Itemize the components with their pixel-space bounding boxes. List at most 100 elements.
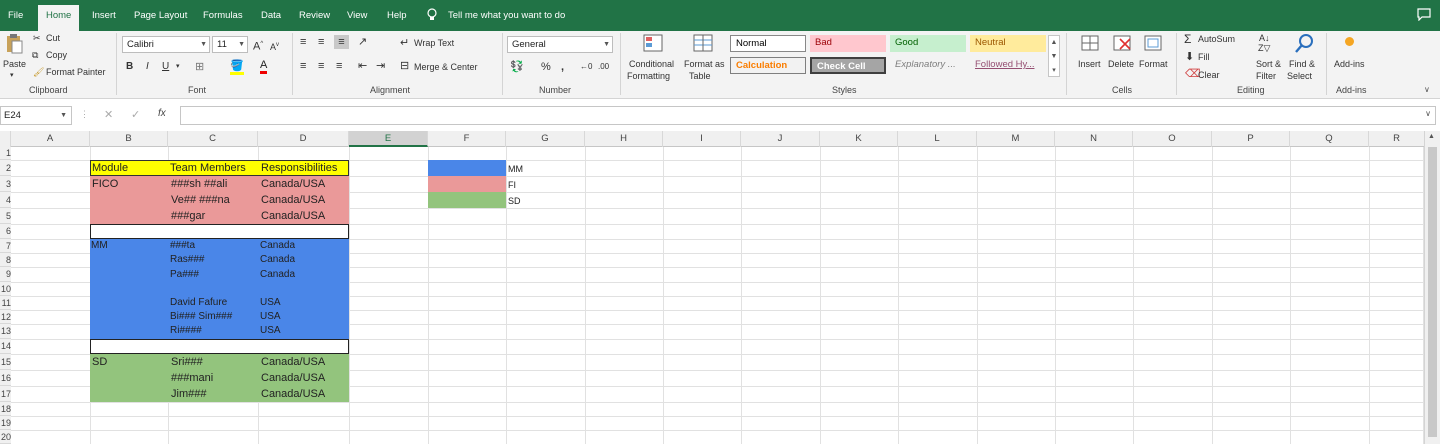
cell-c5[interactable]: ###gar bbox=[171, 209, 205, 223]
cell-d16[interactable]: Canada/USA bbox=[261, 371, 325, 385]
paste-icon[interactable] bbox=[5, 34, 23, 54]
delete-button[interactable]: Delete bbox=[1108, 59, 1134, 69]
number-format-combo[interactable]: General ▼ bbox=[507, 36, 613, 53]
orientation-icon[interactable]: ↗ bbox=[358, 35, 367, 49]
merge-center-button[interactable]: Merge & Center bbox=[414, 62, 478, 72]
format-painter-button[interactable]: Format Painter bbox=[46, 67, 106, 77]
merge-center-icon[interactable]: ⊟ bbox=[400, 59, 409, 73]
cell-d5[interactable]: Canada/USA bbox=[261, 209, 325, 223]
cell-b15-sd[interactable]: SD bbox=[92, 355, 107, 369]
format-as-table-icon[interactable] bbox=[692, 33, 716, 55]
row-header-17[interactable]: 17 bbox=[0, 386, 11, 402]
insert-function-button[interactable]: fx bbox=[158, 108, 166, 119]
row-header-8[interactable]: 8 bbox=[0, 253, 11, 267]
cell-c16[interactable]: ###mani bbox=[171, 371, 213, 385]
decrease-indent-icon[interactable]: ⇤ bbox=[358, 59, 367, 73]
underline-button[interactable]: U bbox=[162, 60, 169, 74]
cut-button[interactable]: Cut bbox=[46, 33, 60, 43]
scroll-thumb[interactable] bbox=[1428, 147, 1437, 437]
cell-b7-mm[interactable]: MM bbox=[91, 239, 108, 253]
format-cells-icon[interactable] bbox=[1143, 33, 1165, 55]
cell-c2-team-header[interactable]: Team Members bbox=[170, 161, 246, 175]
cell-d7[interactable]: Canada bbox=[260, 239, 295, 253]
style-good[interactable]: Good bbox=[890, 35, 966, 52]
column-header-c[interactable]: C bbox=[168, 131, 258, 147]
name-box[interactable]: E24 ▼ bbox=[0, 106, 72, 125]
font-name-combo[interactable]: Calibri ▼ bbox=[122, 36, 210, 53]
addins-icon[interactable] bbox=[1345, 37, 1354, 46]
column-header-l[interactable]: L bbox=[898, 131, 977, 147]
cell-g4-legend-sd[interactable]: SD bbox=[508, 194, 521, 208]
conditional-formatting-button[interactable]: Conditional bbox=[629, 59, 674, 69]
font-color-icon[interactable]: A bbox=[260, 58, 268, 74]
tell-me-search[interactable]: Tell me what you want to do bbox=[448, 0, 565, 31]
cell-b2-module-header[interactable]: Module bbox=[92, 161, 128, 175]
tab-home[interactable]: Home bbox=[38, 5, 80, 31]
cell-d11[interactable]: USA bbox=[260, 296, 281, 310]
cell-c3[interactable]: ###sh ##ali bbox=[171, 177, 227, 191]
borders-icon[interactable]: ⊞ bbox=[195, 60, 204, 74]
cut-icon[interactable]: ✂ bbox=[33, 33, 41, 44]
select-all-corner[interactable] bbox=[0, 131, 11, 147]
comma-button[interactable]: , bbox=[561, 60, 564, 74]
cell-d13[interactable]: USA bbox=[260, 324, 281, 338]
row-header-16[interactable]: 16 bbox=[0, 370, 11, 386]
expand-formula-icon[interactable]: ∨ bbox=[1425, 109, 1431, 118]
tab-insert[interactable]: Insert bbox=[90, 0, 118, 31]
cell-c4[interactable]: Ve## ###na bbox=[171, 193, 230, 207]
comments-icon[interactable] bbox=[1417, 8, 1431, 22]
underline-dropdown-icon[interactable]: ▾ bbox=[176, 60, 180, 74]
column-header-f[interactable]: F bbox=[428, 131, 506, 147]
align-left-icon[interactable]: ≡ bbox=[300, 59, 306, 73]
sort-filter-button[interactable]: Sort & bbox=[1256, 59, 1281, 69]
increase-decimal-icon[interactable]: ←0 bbox=[580, 60, 592, 74]
fill-icon[interactable]: ⬇ bbox=[1185, 50, 1194, 64]
tab-help[interactable]: Help bbox=[385, 0, 409, 31]
tab-file[interactable]: File bbox=[6, 0, 25, 31]
cell-c17[interactable]: Jim### bbox=[171, 387, 206, 401]
cell-g2-legend-mm[interactable]: MM bbox=[508, 162, 523, 176]
cell-d4[interactable]: Canada/USA bbox=[261, 193, 325, 207]
style-check-cell[interactable]: Check Cell bbox=[810, 57, 886, 74]
decrease-font-icon[interactable]: Av bbox=[270, 38, 279, 54]
cell-c12[interactable]: Bi### Sim### bbox=[170, 310, 232, 324]
collapse-ribbon-icon[interactable]: ∨ bbox=[1424, 85, 1430, 94]
find-select-button[interactable]: Find & bbox=[1289, 59, 1315, 69]
column-header-q[interactable]: Q bbox=[1290, 131, 1369, 147]
style-calculation[interactable]: Calculation bbox=[730, 57, 806, 74]
cell-d15[interactable]: Canada/USA bbox=[261, 355, 325, 369]
bold-button[interactable]: B bbox=[126, 60, 133, 74]
enter-icon[interactable]: ✓ bbox=[131, 108, 140, 121]
row-header-15[interactable]: 15 bbox=[0, 354, 11, 370]
cell-b3-fico[interactable]: FICO bbox=[92, 177, 118, 191]
row-header-6[interactable]: 6 bbox=[0, 224, 11, 239]
cell-g3-legend-fi[interactable]: FI bbox=[508, 178, 516, 192]
style-neutral[interactable]: Neutral bbox=[970, 35, 1046, 52]
style-normal[interactable]: Normal bbox=[730, 35, 806, 52]
row-header-19[interactable]: 19 bbox=[0, 416, 11, 430]
sort-filter-icon[interactable]: A↓ Z▽ bbox=[1258, 33, 1270, 53]
copy-button[interactable]: Copy bbox=[46, 50, 67, 60]
fill-color-icon[interactable]: 🪣 bbox=[230, 59, 244, 75]
formula-input[interactable]: ∨ bbox=[180, 106, 1436, 125]
tab-view[interactable]: View bbox=[345, 0, 369, 31]
copy-icon[interactable]: ⧉ bbox=[32, 50, 38, 61]
row-header-4[interactable]: 4 bbox=[0, 192, 11, 208]
column-header-a[interactable]: A bbox=[11, 131, 90, 147]
align-middle-icon[interactable]: ≡ bbox=[318, 35, 324, 49]
increase-indent-icon[interactable]: ⇥ bbox=[376, 59, 385, 73]
row-header-10[interactable]: 10 bbox=[0, 282, 11, 296]
style-explanatory[interactable]: Explanatory ... bbox=[890, 57, 966, 74]
cell-c8[interactable]: Ras### bbox=[170, 253, 204, 267]
cell-d8[interactable]: Canada bbox=[260, 253, 295, 267]
tab-page-layout[interactable]: Page Layout bbox=[132, 0, 189, 31]
clear-button[interactable]: Clear bbox=[1198, 70, 1220, 80]
format-painter-icon[interactable]: 🖌 bbox=[33, 67, 44, 78]
addins-button[interactable]: Add-ins bbox=[1334, 59, 1365, 69]
column-header-d[interactable]: D bbox=[258, 131, 349, 147]
paste-button[interactable]: Paste bbox=[3, 59, 26, 69]
row-header-20[interactable]: 20 bbox=[0, 430, 11, 444]
align-top-icon[interactable]: ≡ bbox=[300, 35, 306, 49]
tab-data[interactable]: Data bbox=[259, 0, 283, 31]
styles-gallery-scroll[interactable]: ▲ ▼ ▾ bbox=[1048, 35, 1060, 77]
